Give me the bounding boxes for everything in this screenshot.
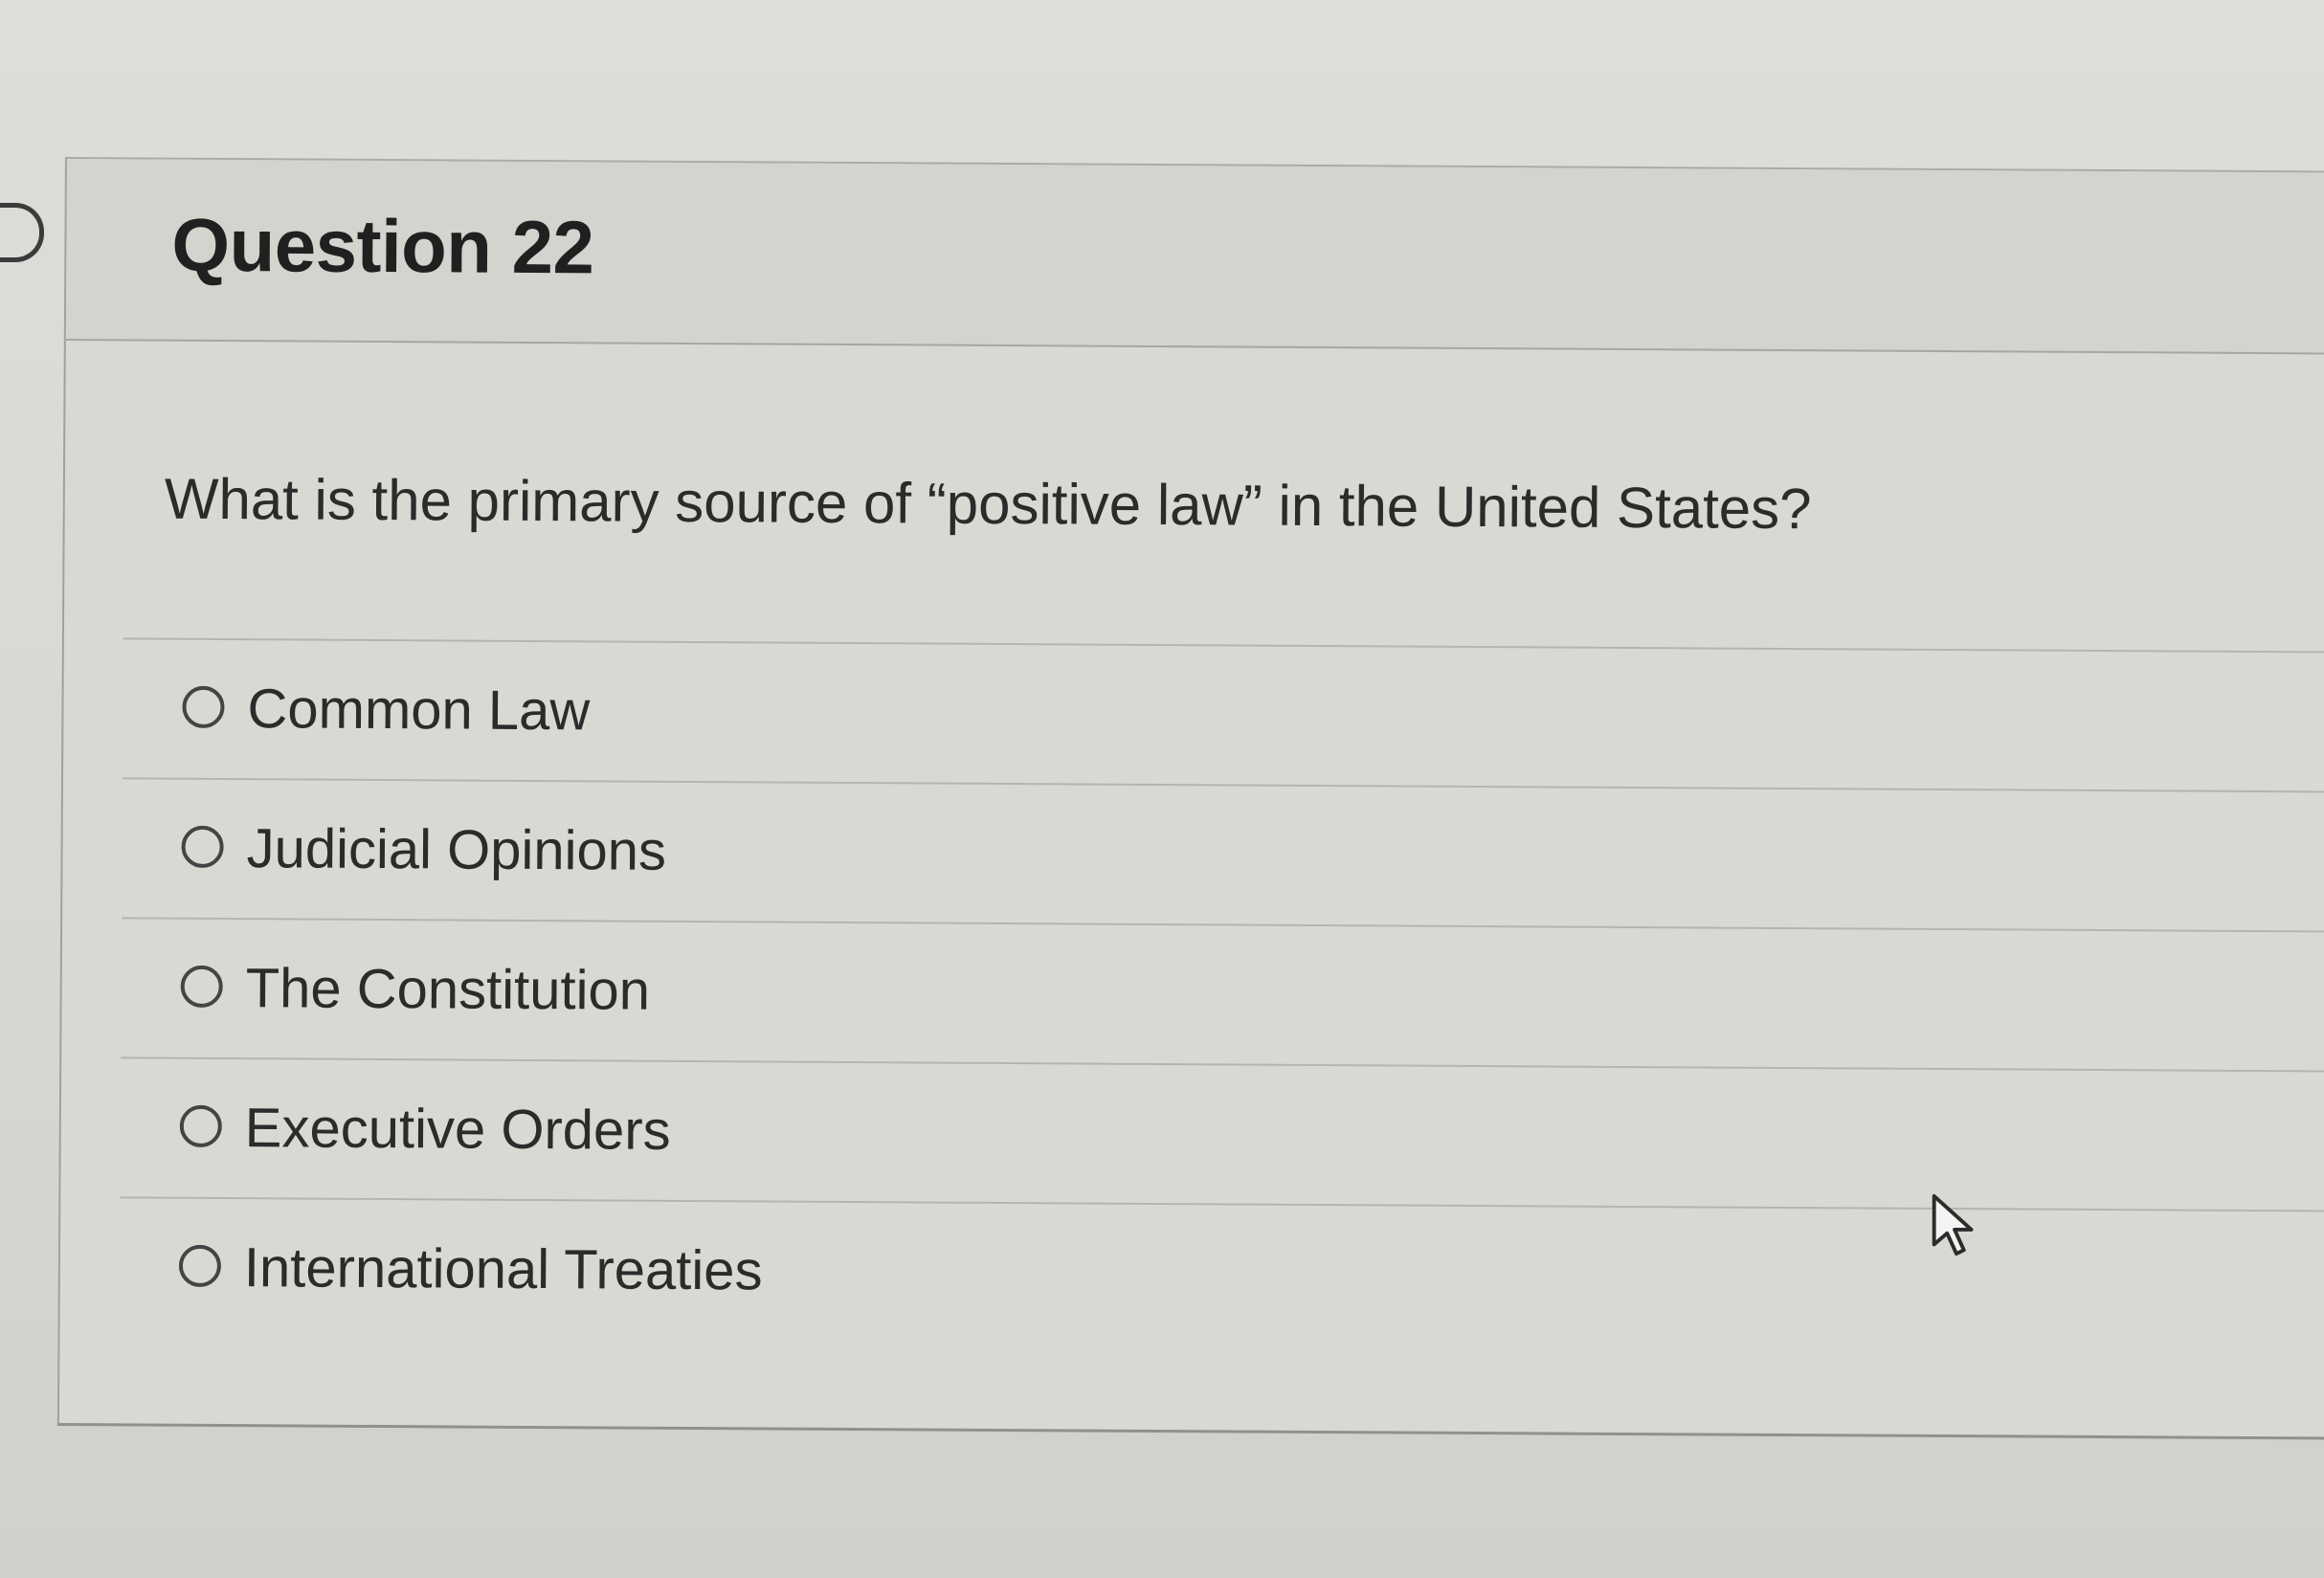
answer-label[interactable]: Judicial Opinions: [246, 816, 666, 883]
question-card: Question 22 What is the primary source o…: [56, 157, 2324, 1440]
answer-list: Common Law Judicial Opinions The Constit…: [119, 637, 2324, 1350]
question-prompt: What is the primary source of “positive …: [164, 466, 1812, 542]
radio-button[interactable]: [178, 1244, 222, 1288]
answer-option[interactable]: The Constitution: [121, 917, 2324, 1071]
flag-question-icon[interactable]: [0, 203, 44, 262]
radio-button[interactable]: [180, 965, 223, 1009]
question-title: Question 22: [171, 202, 594, 290]
question-header: Question 22: [65, 159, 2324, 355]
radio-button[interactable]: [182, 685, 225, 729]
answer-option[interactable]: International Treaties: [119, 1196, 2324, 1350]
mouse-pointer-icon: [1932, 1193, 1974, 1256]
answer-label[interactable]: Common Law: [247, 677, 590, 743]
answer-option[interactable]: Common Law: [123, 637, 2324, 791]
radio-button[interactable]: [179, 1104, 222, 1148]
answer-label[interactable]: Executive Orders: [245, 1096, 671, 1163]
answer-label[interactable]: International Treaties: [244, 1235, 763, 1302]
answer-option[interactable]: Judicial Opinions: [122, 777, 2324, 931]
answer-label[interactable]: The Constitution: [245, 956, 650, 1023]
answer-option[interactable]: Executive Orders: [120, 1056, 2324, 1211]
quiz-screen: Question 22 What is the primary source o…: [0, 0, 2324, 1578]
radio-button[interactable]: [181, 825, 224, 869]
